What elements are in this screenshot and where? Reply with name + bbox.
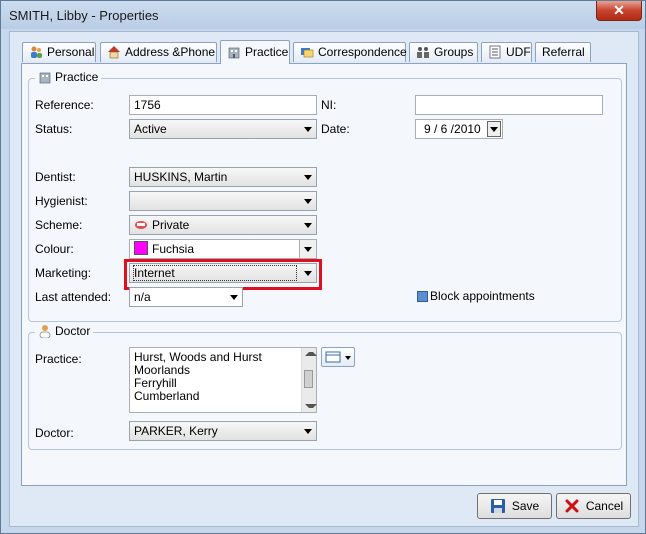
last-attended-label: Last attended: — [35, 290, 112, 304]
title-bar: SMITH, Libby - Properties ✕ — [1, 1, 645, 29]
chevron-down-icon — [345, 356, 351, 360]
form-icon — [489, 45, 501, 59]
window-title: SMITH, Libby - Properties — [9, 8, 159, 23]
doctor-icon — [39, 325, 51, 338]
practice-group: Practice Reference: 1756 NI: Status: Act… — [28, 70, 622, 322]
tab-label: Referral — [542, 45, 585, 59]
reference-field[interactable]: 1756 — [129, 95, 317, 115]
doctor-label: Doctor: — [35, 426, 74, 440]
tab-label: Groups — [434, 45, 474, 59]
scheme-value: Private — [152, 218, 190, 232]
group-label: Doctor — [55, 324, 91, 338]
practice-group-title: Practice — [35, 70, 102, 84]
scheme-label: Scheme: — [35, 218, 83, 232]
chevron-down-icon — [490, 127, 498, 132]
hygienist-label: Hygienist: — [35, 194, 88, 208]
list-item[interactable]: Cumberland — [130, 390, 316, 403]
chevron-down-icon — [304, 127, 312, 132]
save-label: Save — [511, 499, 540, 513]
building-icon — [39, 72, 51, 84]
letters-icon — [301, 48, 314, 58]
doctor-select[interactable]: PARKER, Kerry — [129, 421, 317, 441]
tab-referral[interactable]: Referral — [535, 42, 591, 62]
dentist-select[interactable]: HUSKINS, Martin — [129, 167, 317, 187]
scheme-select[interactable]: Private — [129, 215, 317, 235]
chevron-down-icon — [304, 247, 312, 252]
marketing-select[interactable]: Internet — [129, 263, 317, 283]
properties-window: SMITH, Libby - Properties ✕ Personal Add… — [0, 0, 646, 534]
reference-label: Reference: — [35, 98, 94, 112]
cancel-label: Cancel — [585, 499, 624, 513]
tab-label: Practice — [245, 45, 289, 59]
doctor-group-title: Doctor — [35, 324, 94, 338]
tab-label: Correspondence — [318, 45, 407, 59]
dentist-value: HUSKINS, Martin — [134, 170, 228, 184]
chevron-down-icon — [304, 199, 312, 204]
hygienist-select[interactable] — [129, 191, 317, 211]
practice-tab-panel: Practice Reference: 1756 NI: Status: Act… — [21, 63, 627, 486]
dentist-label: Dentist: — [35, 170, 76, 184]
dialog-body: Personal Address &Phone Practice Corresp… — [9, 31, 639, 527]
status-select[interactable]: Active — [129, 119, 317, 139]
tab-groups[interactable]: Groups — [409, 42, 478, 62]
status-label: Status: — [35, 122, 73, 136]
chevron-down-icon — [304, 175, 312, 180]
chevron-down-icon — [230, 295, 238, 300]
teeth-icon — [135, 221, 147, 229]
chevron-down-icon — [304, 429, 312, 434]
scroll-up-icon[interactable] — [305, 352, 317, 356]
tab-personal[interactable]: Personal — [22, 42, 96, 62]
last-attended-select[interactable]: n/a — [129, 287, 243, 307]
doctor-group: Doctor Practice: Hurst, Woods and Hurst … — [28, 324, 622, 450]
cancel-button[interactable]: Cancel — [556, 493, 631, 519]
scrollbar-thumb[interactable] — [304, 370, 313, 388]
tab-address-phone[interactable]: Address &Phone — [100, 42, 217, 62]
marketing-label: Marketing: — [35, 266, 92, 280]
status-value: Active — [134, 122, 167, 136]
date-picker[interactable]: 9 / 6 /2010 — [415, 119, 503, 139]
last-attended-value: n/a — [134, 290, 151, 304]
tab-udf[interactable]: UDF — [481, 42, 532, 62]
save-button[interactable]: Save — [477, 493, 552, 519]
house-icon — [108, 46, 120, 59]
colour-dropdown-button[interactable] — [299, 240, 316, 258]
close-button[interactable]: ✕ — [596, 1, 642, 21]
group-label: Practice — [55, 70, 99, 84]
colour-select[interactable]: Fuchsia — [129, 239, 317, 259]
doctor-practice-label: Practice: — [35, 352, 82, 366]
practice-options-button[interactable] — [321, 347, 355, 367]
date-value: 9 / 6 /2010 — [424, 122, 481, 136]
colour-value: Fuchsia — [152, 242, 195, 256]
scroll-down-icon[interactable] — [305, 404, 317, 408]
marketing-value: Internet — [133, 265, 297, 281]
listbox-scrollbar[interactable] — [301, 348, 317, 412]
card-icon — [325, 351, 341, 363]
date-label: Date: — [321, 122, 350, 136]
people-icon — [31, 46, 42, 58]
chevron-down-icon — [304, 271, 312, 276]
colour-label: Colour: — [35, 242, 74, 256]
ni-field[interactable] — [415, 95, 603, 115]
date-dropdown-button[interactable] — [487, 121, 501, 137]
tab-label: Personal — [47, 45, 95, 59]
floppy-disk-icon — [490, 499, 505, 513]
tab-label: Address &Phone — [125, 45, 216, 59]
tab-correspondence[interactable]: Correspondence — [293, 42, 407, 62]
doctor-practice-listbox[interactable]: Hurst, Woods and Hurst Moorlands Ferryhi… — [129, 347, 317, 413]
tab-label: UDF — [506, 45, 531, 59]
colour-swatch — [134, 241, 148, 255]
ni-label: NI: — [321, 98, 337, 112]
block-appointments-checkbox[interactable] — [417, 291, 428, 302]
tab-practice[interactable]: Practice — [220, 40, 290, 64]
block-appointments-label: Block appointments — [430, 289, 535, 303]
building-icon — [228, 47, 240, 59]
chevron-down-icon — [304, 223, 312, 228]
cancel-x-icon — [565, 499, 579, 513]
group-icon — [417, 47, 429, 58]
doctor-value: PARKER, Kerry — [134, 424, 218, 438]
